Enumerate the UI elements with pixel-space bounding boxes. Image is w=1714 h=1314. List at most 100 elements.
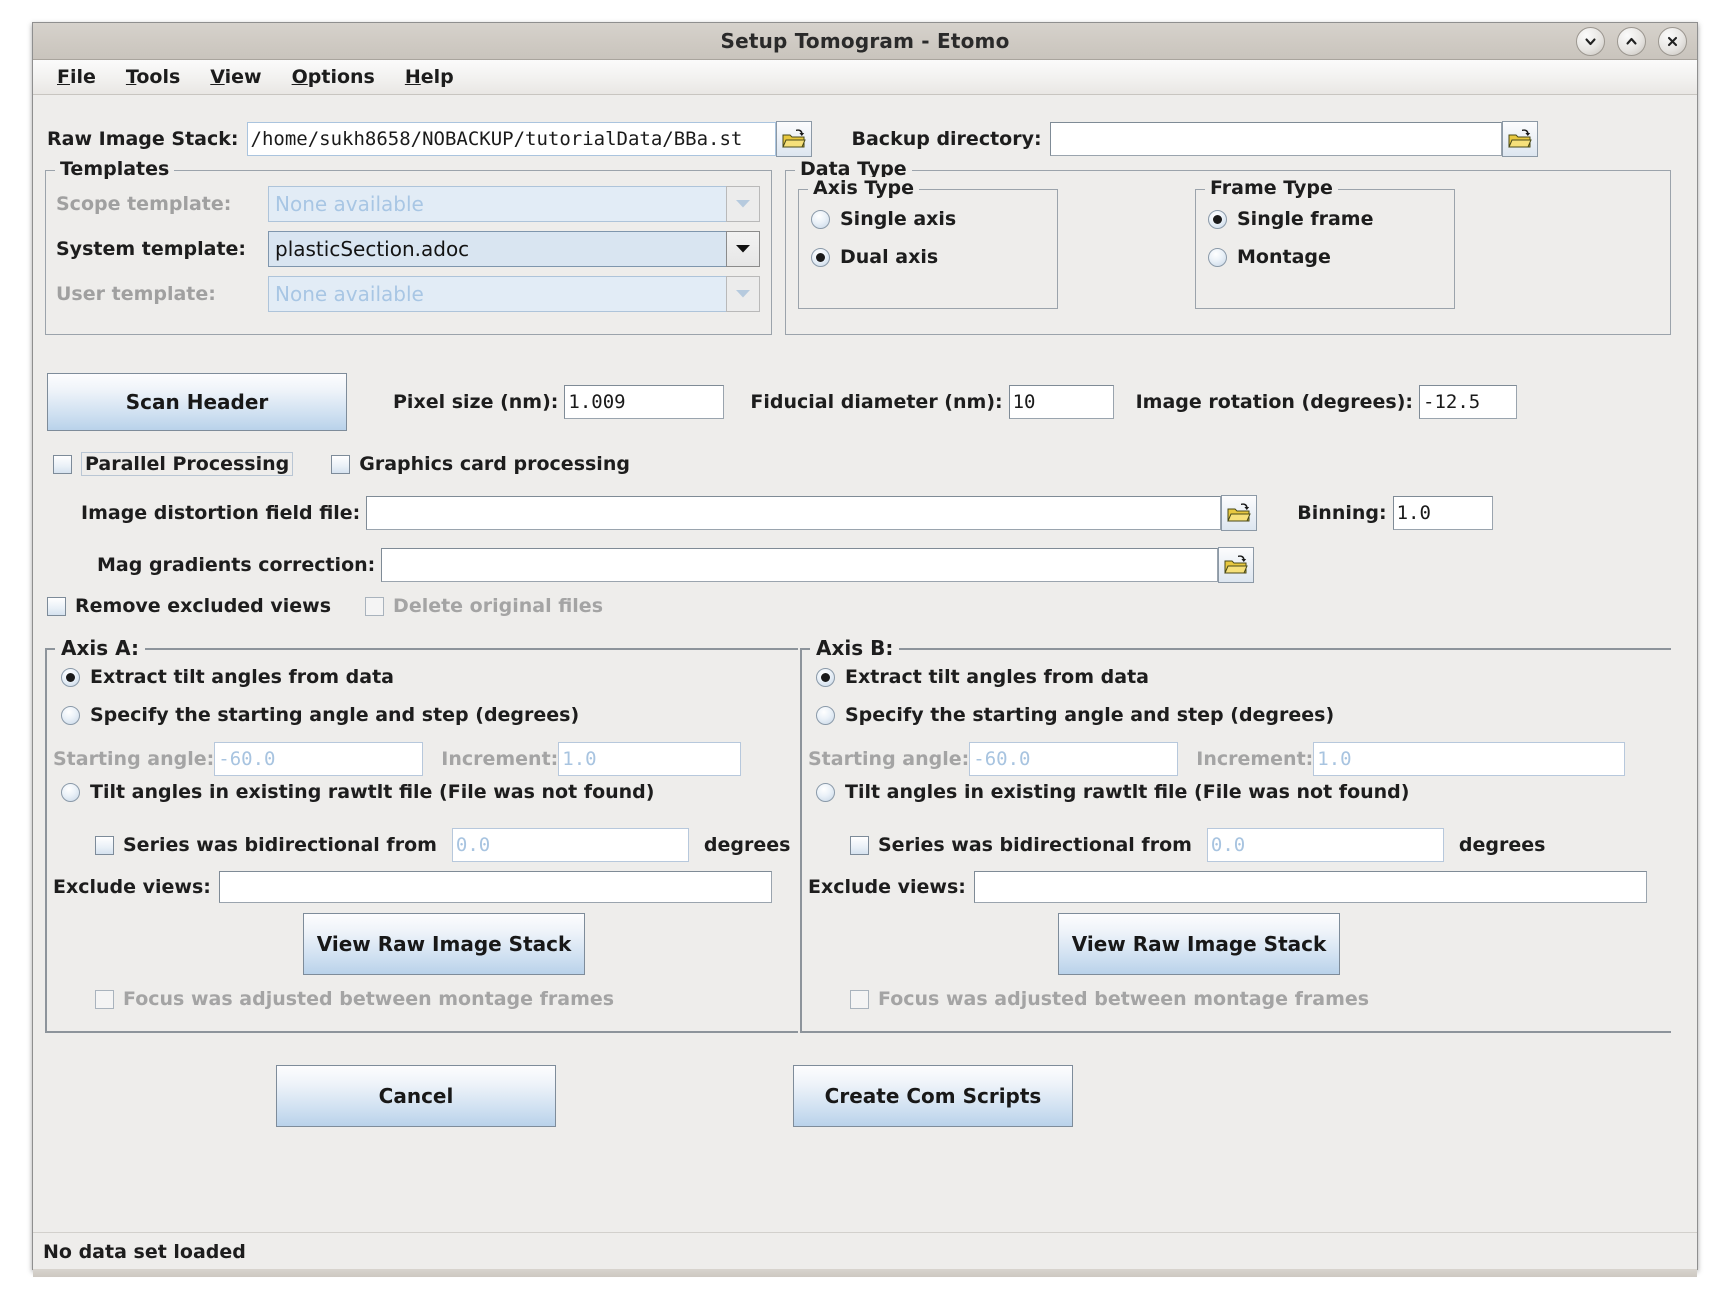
axis-a-starting-angle-input[interactable]: -60.0 xyxy=(214,742,424,776)
axis-b-group: Axis B: Extract tilt angles from data Sp… xyxy=(800,636,1671,1033)
axis-type-legend: Axis Type xyxy=(808,177,919,199)
axis-a-increment-input[interactable]: 1.0 xyxy=(558,742,742,776)
chevron-down-icon[interactable] xyxy=(726,276,760,312)
raw-stack-folder-icon[interactable] xyxy=(775,121,812,157)
checkbox-remove-excluded-views[interactable] xyxy=(47,596,66,616)
axis-type-dual-option[interactable]: Dual axis xyxy=(811,246,938,268)
menu-file-label: ile xyxy=(69,66,96,88)
radio-axis-b-extract[interactable] xyxy=(816,667,835,687)
axis-a-extract-option[interactable]: Extract tilt angles from data xyxy=(61,666,394,688)
frame-type-single-option[interactable]: Single frame xyxy=(1208,208,1373,230)
chevron-down-icon[interactable] xyxy=(726,231,760,267)
mag-gradients-input[interactable] xyxy=(381,548,1219,582)
create-com-scripts-button[interactable]: Create Com Scripts xyxy=(793,1065,1073,1127)
axis-a-extract-label: Extract tilt angles from data xyxy=(90,666,394,688)
axis-a-rawtlt-option[interactable]: Tilt angles in existing rawtlt file (Fil… xyxy=(61,781,654,803)
fiducial-diameter-label: Fiducial diameter (nm): xyxy=(750,391,1003,413)
maximize-icon[interactable] xyxy=(1617,27,1646,56)
axis-a-bidirectional-input[interactable]: 0.0 xyxy=(451,828,689,862)
menu-help[interactable]: Help xyxy=(393,64,466,90)
radio-axis-b-specify[interactable] xyxy=(816,705,835,725)
menu-view[interactable]: View xyxy=(198,64,273,90)
distortion-field-folder-icon[interactable] xyxy=(1221,495,1258,531)
radio-single-frame[interactable] xyxy=(1208,209,1227,229)
pixel-size-input[interactable]: 1.009 xyxy=(564,385,725,419)
mag-gradients-folder-icon[interactable] xyxy=(1218,547,1255,583)
system-template-combo[interactable]: plasticSection.adoc xyxy=(268,231,760,267)
scan-header-button[interactable]: Scan Header xyxy=(47,373,347,431)
minimize-icon[interactable] xyxy=(1576,27,1605,56)
radio-axis-a-extract[interactable] xyxy=(61,667,80,687)
menu-file[interactable]: File xyxy=(45,64,108,90)
window-controls xyxy=(1576,27,1687,56)
scan-header-row: Scan Header Pixel size (nm): 1.009 Fiduc… xyxy=(47,373,1518,431)
close-icon[interactable] xyxy=(1658,27,1687,56)
main-content: Raw Image Stack: /home/sukh8658/NOBACKUP… xyxy=(33,95,1697,1271)
axis-b-extract-label: Extract tilt angles from data xyxy=(845,666,1149,688)
axis-a-exclude-row: Exclude views: xyxy=(53,871,772,903)
fiducial-diameter-input[interactable]: 10 xyxy=(1008,385,1114,419)
raw-stack-input[interactable]: /home/sukh8658/NOBACKUP/tutorialData/BBa… xyxy=(246,122,776,156)
parallel-processing-option[interactable]: Parallel Processing Graphics card proces… xyxy=(53,452,630,476)
axis-b-extract-option[interactable]: Extract tilt angles from data xyxy=(816,666,1149,688)
scope-template-combo[interactable]: None available xyxy=(268,186,760,222)
radio-montage[interactable] xyxy=(1208,247,1227,267)
axis-b-specify-option[interactable]: Specify the starting angle and step (deg… xyxy=(816,704,1334,726)
checkbox-graphics-card-processing[interactable] xyxy=(331,454,351,474)
axis-type-single-option[interactable]: Single axis xyxy=(811,208,956,230)
title-bar: Setup Tomogram - Etomo xyxy=(33,23,1697,60)
radio-dual-axis[interactable] xyxy=(811,247,830,267)
data-type-group: Data Type Axis Type Single axis Dual axi… xyxy=(785,158,1671,335)
resize-grip[interactable] xyxy=(33,1269,1697,1277)
axis-b-rawtlt-option[interactable]: Tilt angles in existing rawtlt file (Fil… xyxy=(816,781,1409,803)
templates-legend: Templates xyxy=(55,158,175,180)
axis-b-view-raw-stack-button[interactable]: View Raw Image Stack xyxy=(1058,913,1340,975)
checkbox-axis-b-bidirectional[interactable] xyxy=(850,835,869,855)
backup-directory-folder-icon[interactable] xyxy=(1501,121,1538,157)
checkbox-parallel-processing[interactable] xyxy=(53,454,72,474)
mag-gradients-row: Mag gradients correction: xyxy=(97,547,1255,583)
binning-input[interactable]: 1.0 xyxy=(1392,496,1493,530)
menu-tools[interactable]: Tools xyxy=(114,64,192,90)
status-bar: No data set loaded xyxy=(33,1232,1697,1271)
axis-b-starting-angle-input[interactable]: -60.0 xyxy=(969,742,1179,776)
axis-b-bidirectional-input[interactable]: 0.0 xyxy=(1206,828,1444,862)
axis-b-bidirectional-label: Series was bidirectional from xyxy=(878,834,1192,856)
templates-group: Templates Scope template: None available… xyxy=(45,158,772,335)
axis-b-exclude-input[interactable] xyxy=(973,871,1647,903)
axis-b-specify-label: Specify the starting angle and step (deg… xyxy=(845,704,1335,726)
chevron-down-icon[interactable] xyxy=(726,186,760,222)
axis-a-specify-option[interactable]: Specify the starting angle and step (deg… xyxy=(61,704,579,726)
frame-type-montage-option[interactable]: Montage xyxy=(1208,246,1331,268)
system-template-value: plasticSection.adoc xyxy=(268,231,726,267)
axis-a-angle-row: Starting angle: -60.0 Increment: 1.0 xyxy=(53,742,742,776)
mag-gradients-label: Mag gradients correction: xyxy=(97,554,376,576)
axis-b-increment-input[interactable]: 1.0 xyxy=(1313,742,1626,776)
menu-options[interactable]: Options xyxy=(280,64,387,90)
raw-stack-row: Raw Image Stack: /home/sukh8658/NOBACKUP… xyxy=(47,121,1538,157)
system-template-label: System template: xyxy=(56,238,247,260)
backup-directory-input[interactable] xyxy=(1049,122,1502,156)
user-template-combo[interactable]: None available xyxy=(268,276,760,312)
radio-axis-a-specify[interactable] xyxy=(61,705,80,725)
radio-single-axis[interactable] xyxy=(811,209,830,229)
distortion-field-input[interactable] xyxy=(366,496,1222,530)
axis-a-starting-angle-label: Starting angle: xyxy=(53,748,215,770)
cancel-button[interactable]: Cancel xyxy=(276,1065,556,1127)
menu-help-mnemonic: H xyxy=(404,66,421,88)
frame-type-legend: Frame Type xyxy=(1205,177,1338,199)
axis-b-legend: Axis B: xyxy=(810,636,900,660)
menu-tools-mnemonic: T xyxy=(125,66,137,88)
radio-axis-a-rawtlt[interactable] xyxy=(61,782,80,802)
backup-directory-label: Backup directory: xyxy=(851,128,1042,150)
image-rotation-input[interactable]: -12.5 xyxy=(1419,385,1518,419)
radio-axis-b-rawtlt[interactable] xyxy=(816,782,835,802)
menu-bar: File Tools View Options Help xyxy=(33,60,1697,95)
axis-a-view-raw-stack-button[interactable]: View Raw Image Stack xyxy=(303,913,585,975)
axis-a-exclude-input[interactable] xyxy=(218,871,772,903)
frame-type-single-label: Single frame xyxy=(1237,208,1374,230)
graphics-card-processing-label: Graphics card processing xyxy=(359,453,630,475)
checkbox-axis-a-bidirectional[interactable] xyxy=(95,835,114,855)
menu-view-label: iew xyxy=(224,66,262,88)
setup-tomogram-window: Setup Tomogram - Etomo File Tools View O… xyxy=(32,22,1698,1277)
